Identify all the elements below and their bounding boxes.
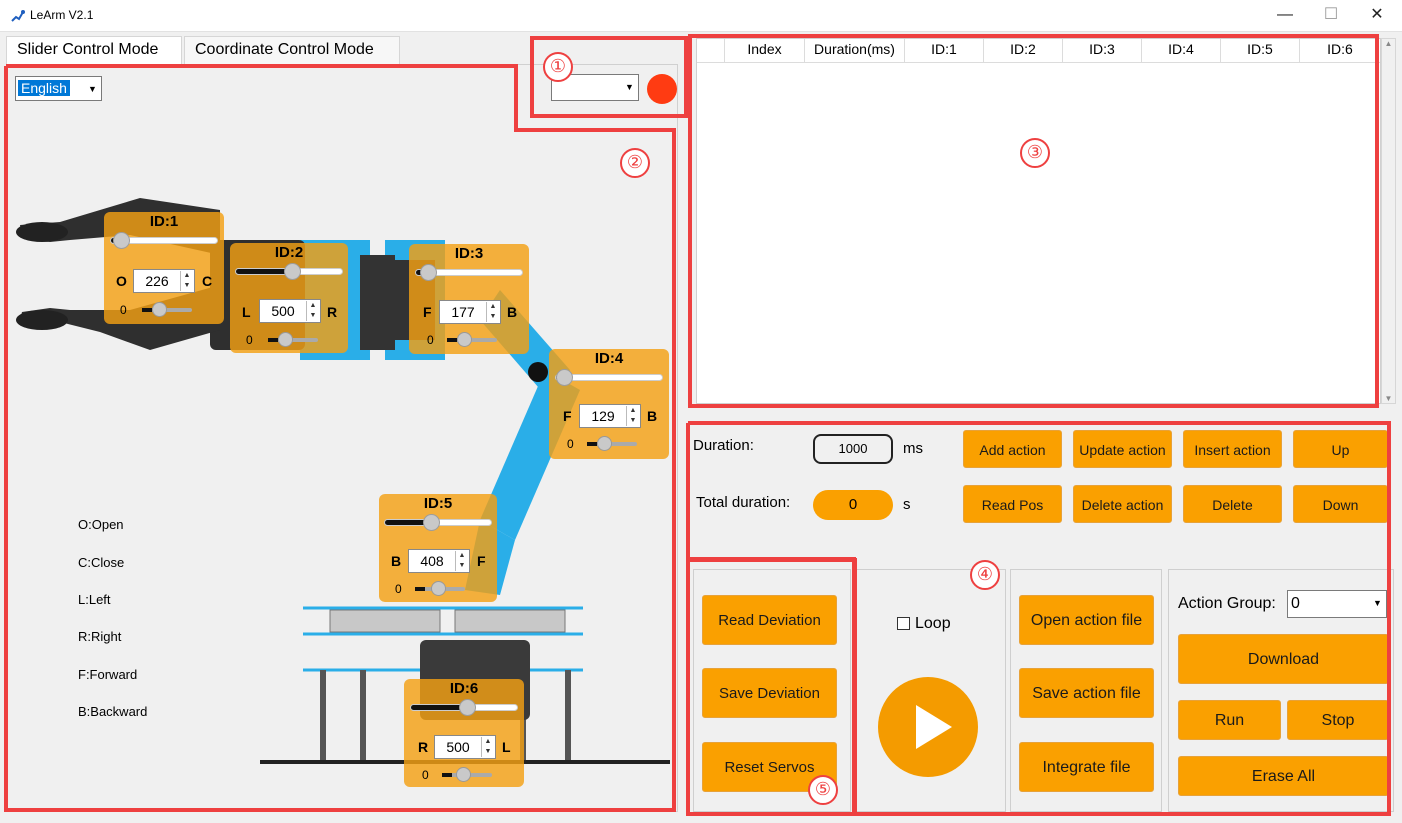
scroll-down-icon[interactable]: ▼ [1382, 394, 1395, 403]
annotation-marker-4: ④ [970, 560, 1000, 590]
annotation-frame-controls [686, 421, 1391, 816]
maximize-button[interactable]: ☐ [1308, 0, 1354, 30]
app-logo-icon [11, 10, 25, 22]
annotation-marker-2: ② [620, 148, 650, 178]
annotation-frame-slider [4, 64, 676, 812]
table-header-duration[interactable]: Duration(ms) [805, 39, 905, 63]
scroll-up-icon[interactable]: ▲ [1382, 39, 1395, 48]
table-header-id3[interactable]: ID:3 [1063, 39, 1142, 63]
tab-slider-control[interactable]: Slider Control Mode [6, 36, 182, 64]
annotation-marker-5: ⑤ [808, 775, 838, 805]
annotation-marker-3: ③ [1020, 138, 1050, 168]
table-header-id2[interactable]: ID:2 [984, 39, 1063, 63]
table-header-index[interactable]: Index [725, 39, 805, 63]
minimize-button[interactable]: — [1262, 0, 1308, 30]
close-button[interactable]: ✕ [1354, 0, 1400, 30]
window-title: LeArm V2.1 [30, 8, 94, 22]
table-scrollbar[interactable]: ▲ ▼ [1381, 38, 1396, 404]
table-header-id5[interactable]: ID:5 [1221, 39, 1300, 63]
title-bar: LeArm V2.1 — ☐ ✕ [0, 0, 1402, 32]
table-header-id4[interactable]: ID:4 [1142, 39, 1221, 63]
action-table[interactable]: Index Duration(ms) ID:1 ID:2 ID:3 ID:4 I… [696, 38, 1381, 404]
table-header-select [697, 39, 725, 63]
annotation-marker-1: ① [543, 52, 573, 82]
table-header-id6[interactable]: ID:6 [1300, 39, 1380, 63]
table-header-id1[interactable]: ID:1 [905, 39, 984, 63]
